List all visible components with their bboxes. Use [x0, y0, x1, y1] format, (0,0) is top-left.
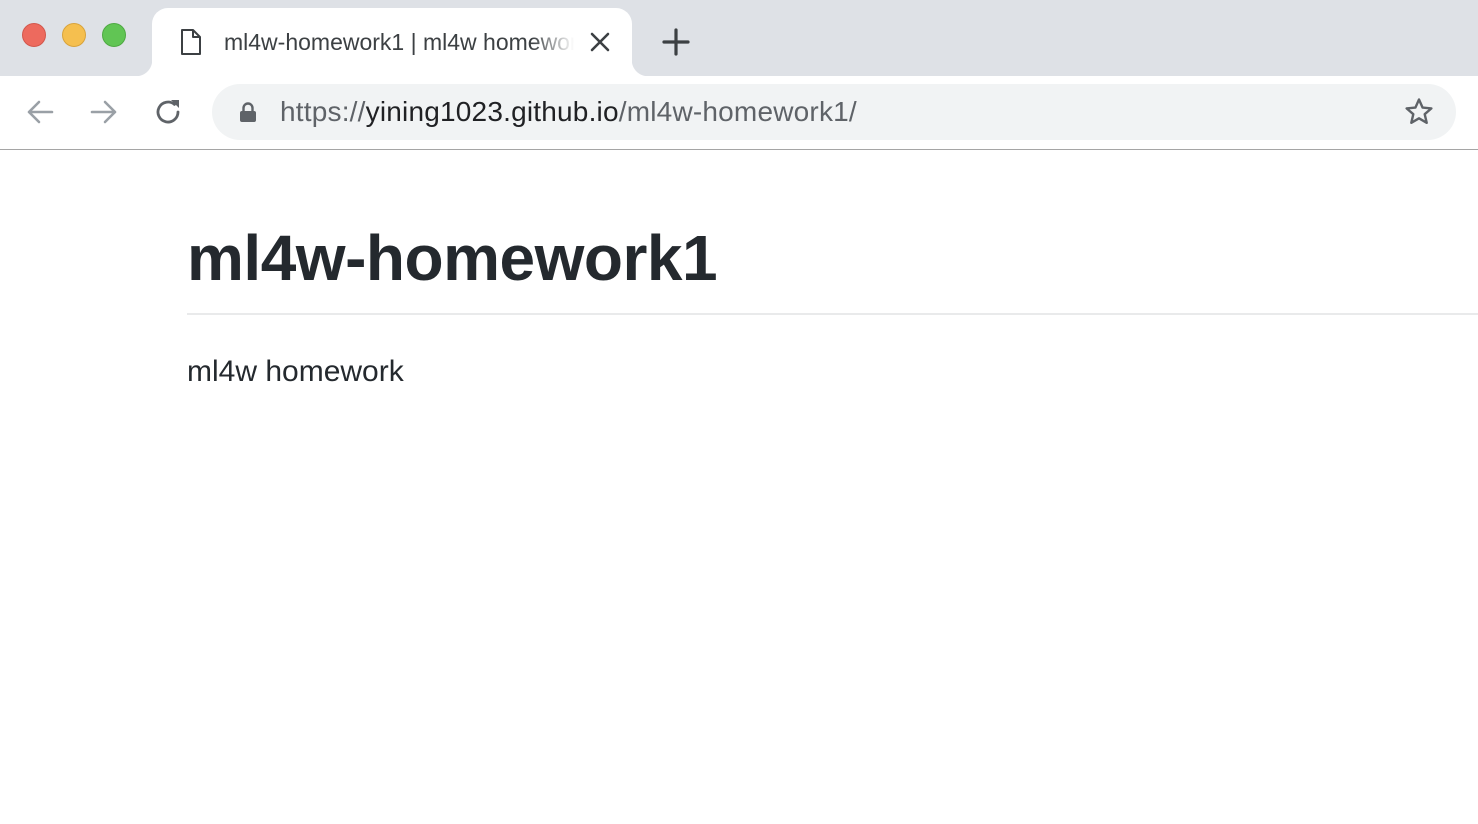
url-path: /ml4w-homework1/	[618, 96, 857, 127]
window-close-button[interactable]	[22, 23, 46, 47]
tab-strip: ml4w-homework1 | ml4w homework	[0, 0, 1478, 76]
browser-tab[interactable]: ml4w-homework1 | ml4w homework	[136, 8, 648, 76]
window-maximize-button[interactable]	[102, 23, 126, 47]
tab-title: ml4w-homework1 | ml4w homework	[224, 29, 574, 55]
new-tab-icon[interactable]	[660, 26, 692, 58]
address-bar[interactable]: https://yining1023.github.io/ml4w-homewo…	[212, 84, 1456, 140]
title-divider	[187, 313, 1478, 315]
reload-icon[interactable]	[152, 96, 184, 128]
lock-icon[interactable]	[238, 101, 258, 123]
page-content: ml4w-homework1 ml4w homework	[187, 150, 1478, 824]
bookmark-star-icon[interactable]	[1404, 97, 1434, 127]
url-host: yining1023.github.io	[365, 96, 619, 127]
page-description: ml4w homework	[187, 355, 404, 388]
window-minimize-button[interactable]	[62, 23, 86, 47]
browser-toolbar: https://yining1023.github.io/ml4w-homewo…	[0, 76, 1478, 150]
back-arrow-icon[interactable]	[24, 96, 56, 128]
page-title: ml4w-homework1	[187, 222, 718, 294]
document-icon	[181, 29, 201, 55]
url-text[interactable]: https://yining1023.github.io/ml4w-homewo…	[280, 97, 857, 127]
forward-arrow-icon[interactable]	[88, 96, 120, 128]
tab-close-icon[interactable]	[588, 30, 612, 54]
url-scheme: https://	[280, 96, 366, 127]
